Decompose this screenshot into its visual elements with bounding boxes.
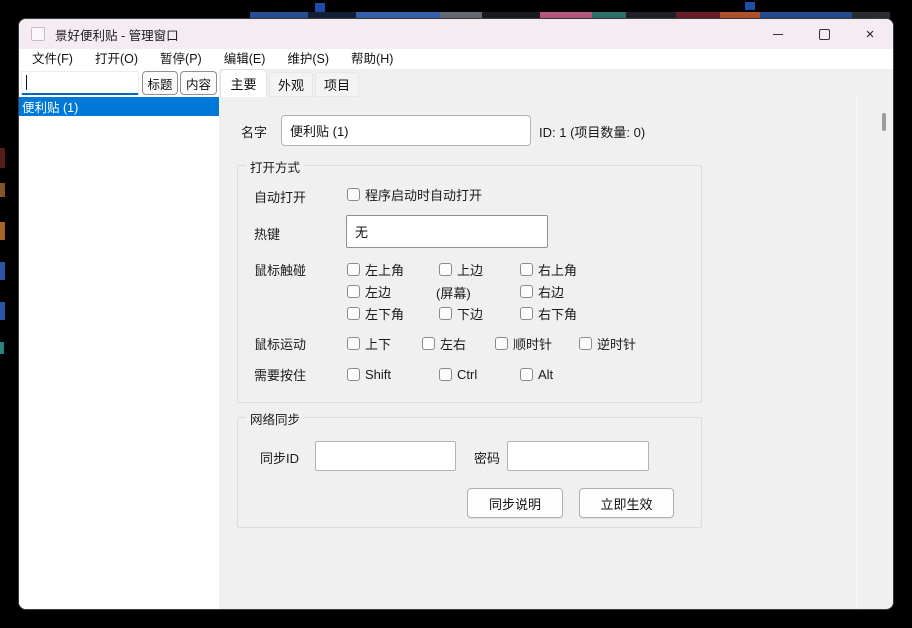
- title-bar[interactable]: 景好便利贴 - 管理窗口 ×: [19, 19, 893, 49]
- checkbox-hold-alt[interactable]: Alt: [520, 366, 553, 382]
- menu-file[interactable]: 文件(F): [21, 49, 84, 69]
- checkbox-icon: [520, 368, 533, 381]
- checkbox-icon: [439, 307, 452, 320]
- menu-edit[interactable]: 编辑(E): [213, 49, 277, 69]
- mouse-touch-label: 鼠标触碰: [254, 260, 306, 279]
- note-item-label: 便利贴 (1): [22, 97, 78, 116]
- checkbox-icon: [347, 307, 360, 320]
- minimize-icon: [773, 34, 783, 35]
- menu-open[interactable]: 打开(O): [84, 49, 149, 69]
- sync-help-button-label: 同步说明: [489, 494, 541, 513]
- close-button[interactable]: ×: [847, 19, 893, 49]
- sync-id-label: 同步ID: [260, 448, 299, 467]
- scrollbar-thumb[interactable]: [882, 113, 886, 131]
- tab-items-label: 项目: [324, 75, 350, 94]
- checkbox-auto-open-label: 程序启动时自动打开: [365, 185, 482, 204]
- search-input[interactable]: [21, 71, 139, 95]
- checkbox-icon: [347, 368, 360, 381]
- filter-title-button[interactable]: 标题: [142, 71, 178, 95]
- menu-bar: 文件(F) 打开(O) 暂停(P) 编辑(E) 维护(S) 帮助(H): [19, 49, 893, 69]
- hotkey-input[interactable]: [346, 215, 548, 248]
- hotkey-label: 热键: [254, 224, 280, 243]
- menu-maintain[interactable]: 维护(S): [276, 49, 340, 69]
- checkbox-touch-bottom[interactable]: 下边: [439, 305, 483, 321]
- apply-now-button-label: 立即生效: [600, 494, 652, 513]
- open-method-group: 打开方式 自动打开 程序启动时自动打开 热键 鼠标触碰 左上角 上边 右上角: [237, 165, 702, 403]
- auto-open-label: 自动打开: [254, 187, 306, 206]
- checkbox-motion-leftright[interactable]: 左右: [422, 335, 466, 351]
- right-panel: 主要 外观 项目 名字 ID: 1 (项目数量: 0) 打开方式 自动打开 程序…: [219, 69, 893, 610]
- checkbox-touch-right[interactable]: 右边: [520, 283, 564, 299]
- apply-now-button[interactable]: 立即生效: [579, 488, 674, 518]
- menu-pause[interactable]: 暂停(P): [149, 49, 213, 69]
- checkbox-auto-open[interactable]: 程序启动时自动打开: [347, 186, 482, 202]
- maximize-icon: [819, 29, 830, 40]
- checkbox-touch-top-right[interactable]: 右上角: [520, 261, 577, 277]
- window-title: 景好便利贴 - 管理窗口: [55, 25, 179, 44]
- checkbox-icon: [422, 337, 435, 350]
- checkbox-touch-top[interactable]: 上边: [439, 261, 483, 277]
- checkbox-icon: [495, 337, 508, 350]
- sync-help-button[interactable]: 同步说明: [467, 488, 563, 518]
- text-caret: [26, 75, 27, 90]
- checkbox-icon: [520, 263, 533, 276]
- checkbox-icon: [579, 337, 592, 350]
- tab-appearance-label: 外观: [278, 75, 304, 94]
- manager-window: 景好便利贴 - 管理窗口 × 文件(F) 打开(O) 暂停(P) 编辑(E) 维…: [18, 18, 894, 610]
- panel-divider: [856, 97, 857, 610]
- list-item-note[interactable]: 便利贴 (1): [19, 97, 219, 116]
- checkbox-hold-ctrl[interactable]: Ctrl: [439, 366, 477, 382]
- background-fragment: [315, 3, 325, 12]
- checkbox-icon: [347, 337, 360, 350]
- name-input[interactable]: [281, 115, 531, 146]
- network-sync-group: 网络同步 同步ID 密码 同步说明 立即生效: [237, 417, 702, 528]
- background-fragment: [0, 183, 5, 197]
- checkbox-motion-clockwise[interactable]: 顺时针: [495, 335, 552, 351]
- tab-main[interactable]: 主要: [220, 69, 267, 97]
- checkbox-motion-updown[interactable]: 上下: [347, 335, 391, 351]
- maximize-button[interactable]: [801, 19, 847, 49]
- background-fragment: [745, 2, 755, 10]
- checkbox-icon: [520, 285, 533, 298]
- checkbox-touch-bottom-left[interactable]: 左下角: [347, 305, 404, 321]
- mouse-motion-label: 鼠标运动: [254, 334, 306, 353]
- checkbox-touch-bottom-right[interactable]: 右下角: [520, 305, 577, 321]
- background-fragment: [0, 222, 5, 240]
- background-fragment: [0, 262, 5, 280]
- network-sync-group-title: 网络同步: [246, 409, 304, 428]
- menu-help[interactable]: 帮助(H): [340, 49, 404, 69]
- filter-content-label: 内容: [186, 74, 211, 93]
- checkbox-icon: [520, 307, 533, 320]
- background-fragment: [0, 148, 5, 168]
- minimize-button[interactable]: [755, 19, 801, 49]
- app-icon: [31, 27, 45, 41]
- checkbox-icon: [347, 263, 360, 276]
- filter-title-label: 标题: [147, 74, 172, 93]
- sync-id-input[interactable]: [315, 441, 456, 471]
- tab-appearance[interactable]: 外观: [269, 72, 313, 97]
- close-icon: ×: [866, 27, 875, 42]
- checkbox-icon: [347, 188, 360, 201]
- checkbox-touch-left[interactable]: 左边: [347, 283, 391, 299]
- background-fragment: [0, 342, 4, 354]
- checkbox-icon: [347, 285, 360, 298]
- left-panel: 标题 内容 便利贴 (1): [19, 69, 219, 610]
- password-input[interactable]: [507, 441, 649, 471]
- checkbox-icon: [439, 263, 452, 276]
- password-label: 密码: [474, 448, 500, 467]
- tab-items[interactable]: 项目: [315, 72, 359, 97]
- checkbox-icon: [439, 368, 452, 381]
- tab-main-label: 主要: [230, 74, 256, 93]
- checkbox-motion-counterclockwise[interactable]: 逆时针: [579, 335, 636, 351]
- open-method-group-title: 打开方式: [246, 157, 304, 176]
- note-list: 便利贴 (1): [19, 97, 219, 610]
- background-fragment: [0, 302, 5, 320]
- checkbox-hold-shift[interactable]: Shift: [347, 366, 391, 382]
- name-label: 名字: [241, 122, 267, 141]
- id-info: ID: 1 (项目数量: 0): [539, 122, 645, 141]
- filter-content-button[interactable]: 内容: [180, 71, 217, 95]
- checkbox-touch-top-left[interactable]: 左上角: [347, 261, 404, 277]
- screen-center-label: (屏幕): [436, 283, 471, 302]
- hold-key-label: 需要按住: [254, 365, 306, 384]
